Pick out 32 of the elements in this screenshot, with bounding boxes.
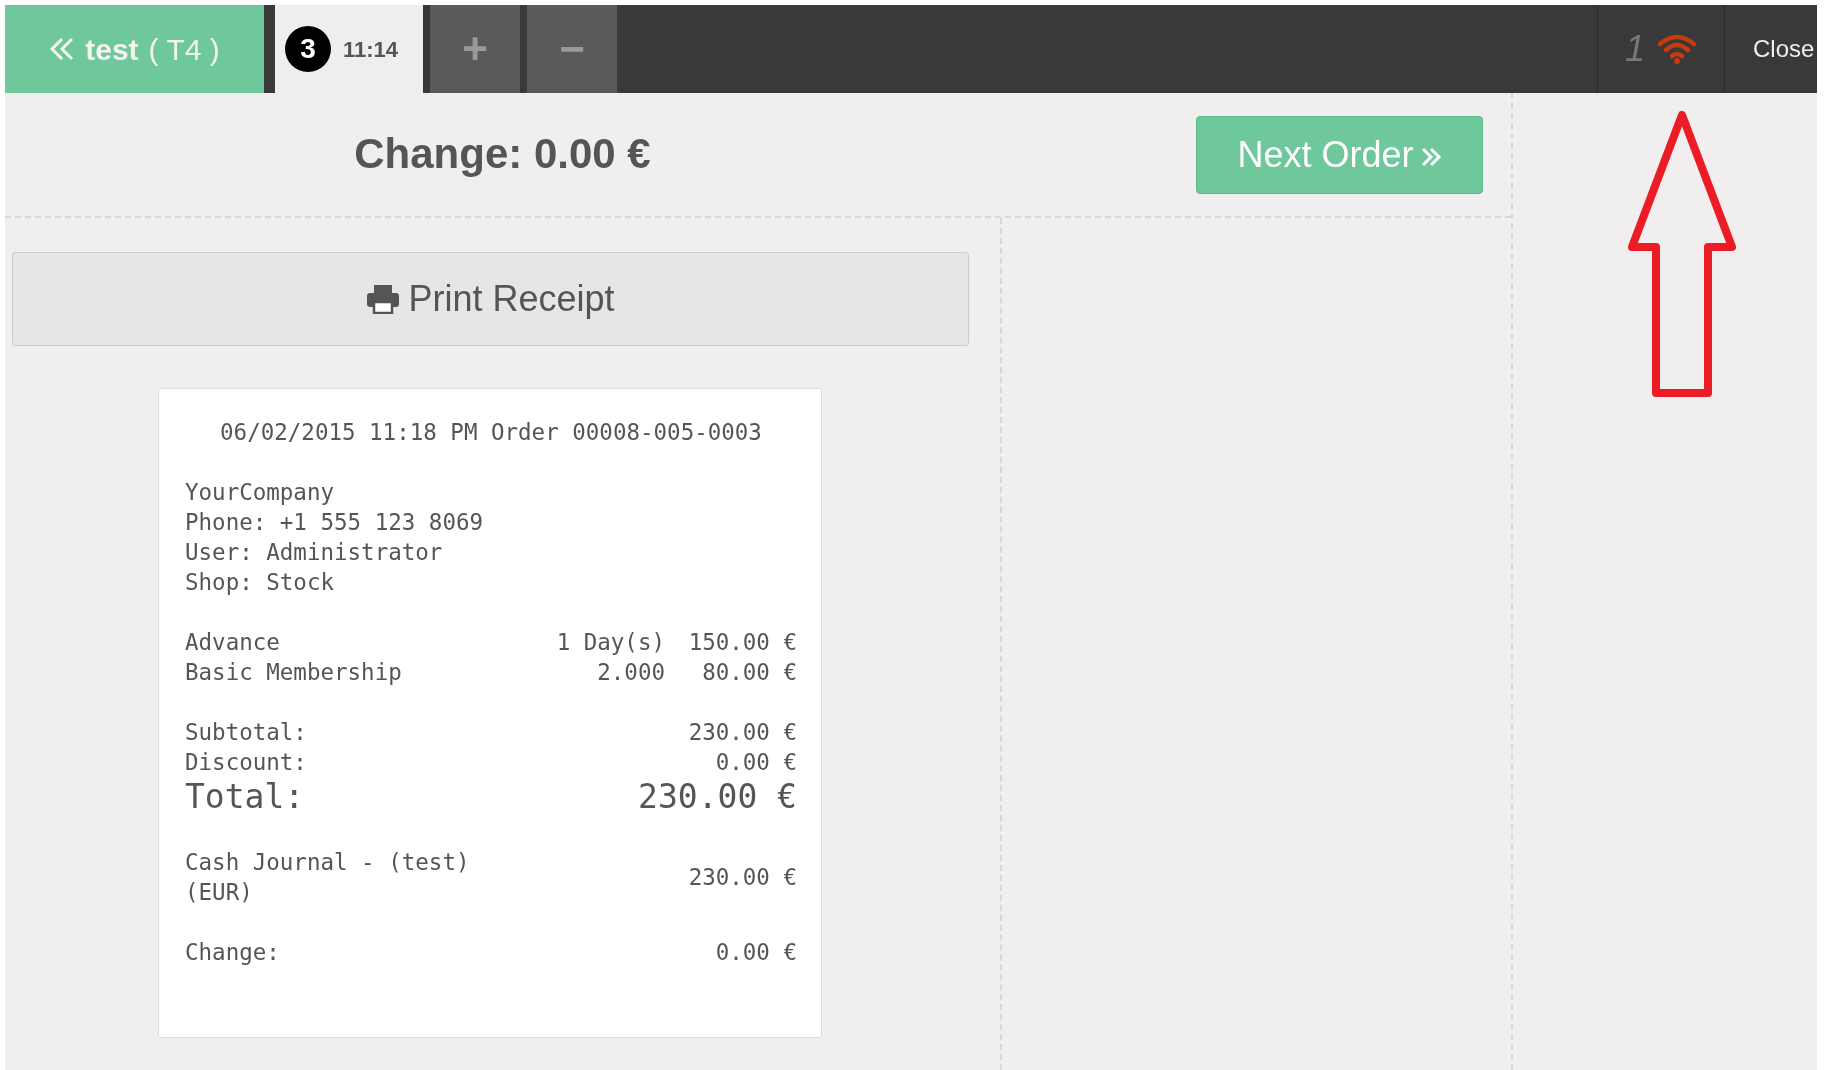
total-label: Total:	[185, 777, 305, 816]
printer-icon	[366, 284, 401, 314]
total-value: 230.00 €	[688, 718, 797, 747]
double-chevron-icon	[1419, 145, 1442, 168]
total-label: Discount:	[185, 749, 307, 775]
payment-amount: 230.00 €	[688, 863, 797, 892]
next-order-button[interactable]: Next Order	[1196, 115, 1483, 194]
total-label: Subtotal:	[185, 719, 307, 745]
pending-count: 1	[1625, 27, 1645, 71]
quantity: 1 Day(s)	[556, 629, 665, 655]
change-label: Change:	[185, 939, 280, 965]
line-price: 80.00 €	[702, 659, 797, 685]
change-amount: Change: 0.00 €	[353, 129, 652, 180]
back-button[interactable]: test ( T4 )	[5, 5, 264, 93]
company-line: Phone: +1 555 123 8069	[185, 508, 484, 537]
order-tab[interactable]: 3 11:14	[275, 5, 423, 93]
double-chevron-icon	[49, 36, 76, 62]
company-line: Shop: Stock	[185, 568, 335, 597]
print-receipt-button[interactable]: Print Receipt	[12, 252, 969, 346]
receipt-header: 06/02/2015 11:18 PM Order 00008-005-0003	[219, 418, 763, 447]
add-order-button[interactable]: +	[430, 5, 520, 93]
total-value: 0.00 €	[715, 748, 797, 777]
line-price: 150.00 €	[688, 629, 797, 655]
product-name: Advance	[185, 629, 280, 655]
company-line: User: Administrator	[185, 538, 444, 567]
remove-order-button[interactable]: −	[527, 5, 617, 93]
product-name: Basic Membership	[185, 659, 402, 685]
company-line: YourCompany	[185, 478, 335, 507]
change-value: 0.00 €	[715, 938, 797, 967]
quantity: 2.000	[597, 659, 665, 685]
total-value: 230.00 €	[638, 777, 797, 817]
payment-method: Cash Journal - (test) (EUR)	[185, 848, 471, 907]
